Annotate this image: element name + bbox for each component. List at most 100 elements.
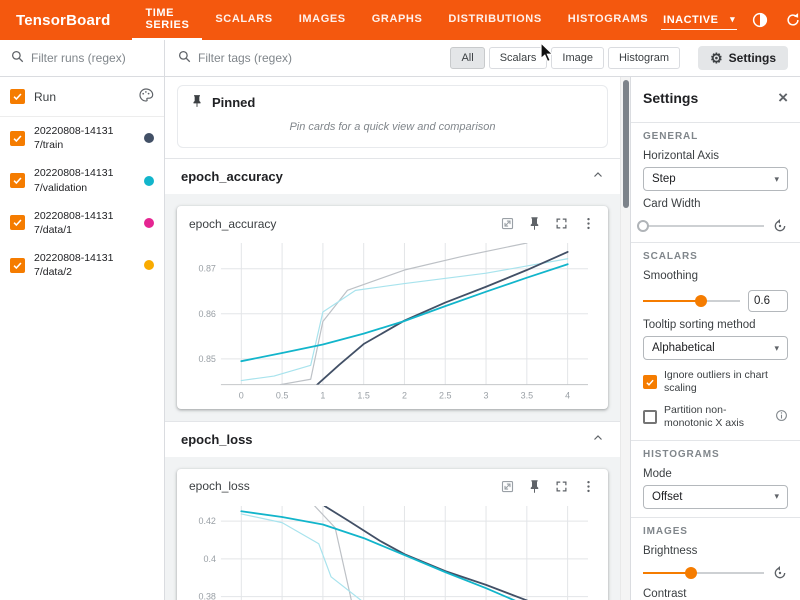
close-icon[interactable]: × xyxy=(778,89,788,106)
section-header[interactable]: epoch_loss xyxy=(165,422,620,457)
chevron-up-icon[interactable] xyxy=(592,432,604,447)
more-options-icon[interactable] xyxy=(581,216,596,231)
scalar-card-epoch-loss: epoch_loss xyxy=(177,469,608,600)
smoothing-slider[interactable] xyxy=(643,294,740,308)
card-width-label: Card Width xyxy=(643,198,788,210)
reset-icon[interactable] xyxy=(772,218,788,234)
svg-text:0.42: 0.42 xyxy=(198,516,215,526)
filter-chip-image[interactable]: Image xyxy=(551,47,604,69)
epoch-accuracy-chart[interactable]: 00.511.522.533.540.850.860.87 xyxy=(187,235,598,405)
palette-icon[interactable] xyxy=(138,87,154,106)
svg-text:2: 2 xyxy=(402,391,407,401)
pin-icon[interactable] xyxy=(527,479,542,494)
chevron-down-icon: ▾ xyxy=(774,491,779,502)
settings-button[interactable]: ⚙ Settings xyxy=(698,46,788,70)
run-row[interactable]: 20220808-141317/data/1 xyxy=(0,202,164,244)
brightness-slider[interactable] xyxy=(643,566,764,580)
horizontal-axis-value: Step xyxy=(652,173,676,185)
section-header[interactable]: epoch_accuracy xyxy=(165,159,620,194)
svg-text:0.87: 0.87 xyxy=(198,264,215,274)
run-checkbox[interactable] xyxy=(10,258,25,273)
histogram-mode-label: Mode xyxy=(643,468,788,480)
histograms-heading: HISTOGRAMS xyxy=(643,449,788,460)
run-color-dot xyxy=(144,176,154,186)
run-list: 20220808-141317/train 20220808-141317/val… xyxy=(0,117,164,286)
run-color-dot xyxy=(144,260,154,270)
smoothing-label: Smoothing xyxy=(643,270,788,282)
svg-text:0.4: 0.4 xyxy=(203,553,215,563)
horizontal-axis-select[interactable]: Step ▾ xyxy=(643,167,788,191)
filter-chip-histogram[interactable]: Histogram xyxy=(608,47,680,69)
ignore-outliers-checkbox[interactable] xyxy=(643,375,657,389)
chevron-down-icon: ▾ xyxy=(730,14,735,25)
fit-domain-icon[interactable] xyxy=(500,216,515,231)
run-label: 20220808-141317/data/1 xyxy=(34,209,118,237)
fullscreen-icon[interactable] xyxy=(554,216,569,231)
run-checkbox[interactable] xyxy=(10,131,25,146)
info-icon[interactable] xyxy=(775,409,788,426)
chevron-up-icon[interactable] xyxy=(592,169,604,184)
pinned-title: Pinned xyxy=(212,95,255,110)
search-icon xyxy=(10,49,25,67)
slider-thumb[interactable] xyxy=(637,220,649,232)
smoothing-value-input[interactable] xyxy=(748,290,788,312)
filter-chip-scalars[interactable]: Scalars xyxy=(489,47,548,69)
tags-filter-row xyxy=(177,49,397,67)
tags-toolbar: AllScalarsImageHistogram ⚙ Settings xyxy=(165,40,800,77)
chevron-down-icon: ▾ xyxy=(774,174,779,185)
tooltip-sorting-label: Tooltip sorting method xyxy=(643,319,788,331)
run-row[interactable]: 20220808-141317/train xyxy=(0,117,164,159)
slider-thumb[interactable] xyxy=(695,295,707,307)
run-color-dot xyxy=(144,133,154,143)
epoch-loss-chart[interactable]: 00.511.522.533.540.360.380.40.42 xyxy=(187,498,598,600)
runs-filter-input[interactable] xyxy=(31,51,154,65)
tab-distributions[interactable]: DISTRIBUTIONS xyxy=(435,0,554,40)
tab-histograms[interactable]: HISTOGRAMS xyxy=(555,0,661,40)
tags-filter-input[interactable] xyxy=(198,51,397,65)
pin-icon[interactable] xyxy=(527,216,542,231)
svg-text:0: 0 xyxy=(239,391,244,401)
search-icon xyxy=(177,49,192,67)
fit-domain-icon[interactable] xyxy=(500,479,515,494)
svg-text:2.5: 2.5 xyxy=(439,391,451,401)
filter-chip-all[interactable]: All xyxy=(450,47,484,69)
ignore-outliers-row[interactable]: Ignore outliers in chart scaling xyxy=(643,369,788,395)
tooltip-sorting-select[interactable]: Alphabetical ▾ xyxy=(643,336,788,360)
pin-icon xyxy=(190,94,204,111)
tab-graphs[interactable]: GRAPHS xyxy=(359,0,436,40)
card-width-slider[interactable] xyxy=(643,219,764,233)
run-row[interactable]: 20220808-141317/data/2 xyxy=(0,244,164,286)
refresh-icon[interactable] xyxy=(783,10,800,30)
more-options-icon[interactable] xyxy=(581,479,596,494)
settings-panel: Settings × GENERAL Horizontal Axis Step … xyxy=(630,77,800,600)
tab-images[interactable]: IMAGES xyxy=(286,0,359,40)
run-label: 20220808-141317/train xyxy=(34,124,118,152)
chevron-down-icon: ▾ xyxy=(774,343,779,354)
run-checkbox[interactable] xyxy=(10,215,25,230)
tab-scalars[interactable]: SCALARS xyxy=(202,0,285,40)
tooltip-sorting-value: Alphabetical xyxy=(652,342,715,354)
run-checkbox[interactable] xyxy=(10,173,25,188)
reset-icon[interactable] xyxy=(772,565,788,581)
tag-type-filter-chips: AllScalarsImageHistogram xyxy=(450,47,680,69)
horizontal-axis-label: Horizontal Axis xyxy=(643,150,788,162)
run-select-all-checkbox[interactable] xyxy=(10,89,25,104)
tab-time-series[interactable]: TIME SERIES xyxy=(132,0,202,40)
nav-tabs: TIME SERIESSCALARSIMAGESGRAPHSDISTRIBUTI… xyxy=(132,0,661,40)
fullscreen-icon[interactable] xyxy=(554,479,569,494)
cards-main-area: Pinned Pin cards for a quick view and co… xyxy=(165,77,630,600)
theme-toggle-icon[interactable] xyxy=(750,10,770,30)
gear-icon: ⚙ xyxy=(710,51,723,65)
runs-filter-row xyxy=(0,40,164,77)
section-title: epoch_accuracy xyxy=(181,169,283,184)
run-header-label: Run xyxy=(34,90,56,104)
general-heading: GENERAL xyxy=(643,131,788,142)
slider-thumb[interactable] xyxy=(685,567,697,579)
status-dropdown[interactable]: INACTIVE ▾ xyxy=(661,11,737,30)
main-scrollbar-thumb[interactable] xyxy=(623,80,629,208)
partition-x-axis-row[interactable]: Partition non-monotonic X axis xyxy=(643,404,788,430)
histogram-mode-select[interactable]: Offset ▾ xyxy=(643,485,788,509)
run-row[interactable]: 20220808-141317/validation xyxy=(0,159,164,201)
partition-x-axis-checkbox[interactable] xyxy=(643,410,657,424)
run-label: 20220808-141317/validation xyxy=(34,166,118,194)
